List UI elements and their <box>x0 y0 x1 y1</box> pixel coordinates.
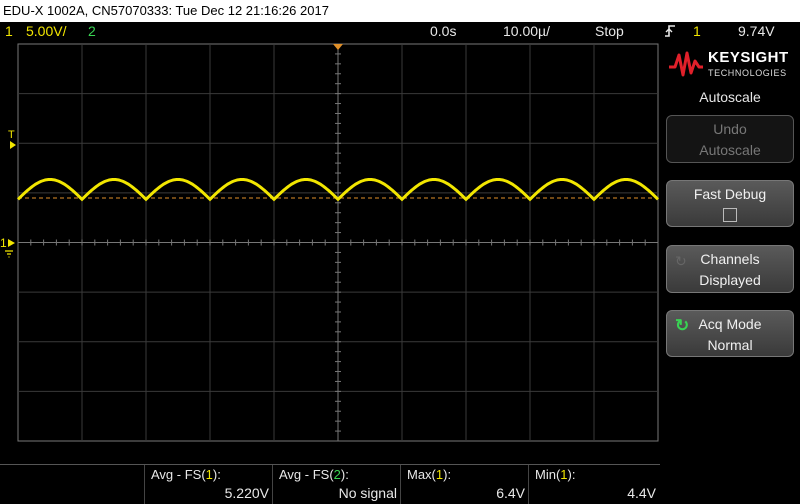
meas-label: Avg - FS( <box>279 467 334 482</box>
keysight-wave-icon <box>669 51 703 77</box>
trigger-position-marker[interactable] <box>333 44 343 50</box>
undo-autoscale-button[interactable]: Undo Autoscale <box>666 115 794 163</box>
acq-mode-value: Normal <box>707 337 753 353</box>
measurement-bar: Avg - FS(1): 5.220V Avg - FS(2): No sign… <box>0 464 660 504</box>
meas-label: Avg - FS( <box>151 467 206 482</box>
meas-suffix: ): <box>443 467 452 482</box>
meas-value: 5.220V <box>224 485 269 501</box>
meas-value: 6.4V <box>496 485 525 501</box>
measurement-min-ch1[interactable]: Min(1): 4.4V <box>528 465 660 504</box>
cycle-icon: ↻ <box>675 253 687 269</box>
acq-mode-button[interactable]: ↻ Acq Mode Normal <box>666 310 794 357</box>
trigger-level-marker[interactable]: T <box>8 129 16 149</box>
ch1-scale[interactable]: 5.00V/ <box>26 22 66 41</box>
meas-label: Max( <box>407 467 436 482</box>
status-bar: 1 5.00V/ 2 0.0s 10.00µ/ Stop 1 9.74V <box>0 22 800 41</box>
meas-label: Min( <box>535 467 561 482</box>
measurement-max-ch1[interactable]: Max(1): 6.4V <box>400 465 529 504</box>
meas-value: No signal <box>338 485 397 501</box>
fast-debug-checkbox[interactable] <box>723 208 737 222</box>
ground-icon <box>5 250 13 258</box>
fast-debug-label: Fast Debug <box>693 186 767 202</box>
time-scale[interactable]: 10.00µ/ <box>503 22 550 41</box>
softkey-panel: KEYSIGHT TECHNOLOGIES Autoscale Undo Aut… <box>660 41 800 503</box>
ch1-number[interactable]: 1 <box>5 22 13 41</box>
menu-title: Autoscale <box>699 89 761 105</box>
run-state[interactable]: Stop <box>595 22 624 41</box>
keysight-logo: KEYSIGHT TECHNOLOGIES <box>668 47 794 85</box>
undo-label-2: Autoscale <box>699 142 761 158</box>
brand-sub: TECHNOLOGIES <box>708 68 787 78</box>
graticule <box>17 43 659 442</box>
meas-suffix: ): <box>567 467 576 482</box>
meas-suffix: ): <box>212 467 221 482</box>
brand-name: KEYSIGHT <box>708 49 789 66</box>
meas-channel: 1 <box>560 467 568 482</box>
channels-displayed-button[interactable]: ↻ Channels Displayed <box>666 245 794 293</box>
undo-label-1: Undo <box>713 121 747 137</box>
fast-debug-button[interactable]: Fast Debug <box>666 180 794 227</box>
channel1-ground-marker[interactable]: 1 <box>0 236 15 258</box>
time-delay[interactable]: 0.0s <box>430 22 456 41</box>
meas-value: 4.4V <box>627 485 656 501</box>
channel1-marker-label: 1 <box>0 236 7 250</box>
title-text: EDU-X 1002A, CN57070333: Tue Dec 12 21:1… <box>3 3 329 18</box>
meas-channel: 1 <box>205 467 213 482</box>
meas-suffix: ): <box>340 467 349 482</box>
measurement-avg-ch2[interactable]: Avg - FS(2): No signal <box>272 465 401 504</box>
trigger-level[interactable]: 9.74V <box>738 22 775 41</box>
trigger-marker-label: T <box>8 129 15 141</box>
meas-channel: 2 <box>333 467 341 482</box>
channels-label-2: Displayed <box>699 272 761 288</box>
measurement-avg-ch1[interactable]: Avg - FS(1): 5.220V <box>144 465 273 504</box>
title-bar: EDU-X 1002A, CN57070333: Tue Dec 12 21:1… <box>0 0 800 22</box>
trigger-channel[interactable]: 1 <box>693 22 701 41</box>
waveform-display[interactable]: T 1 <box>0 41 660 464</box>
cycle-icon-active: ↻ <box>675 316 690 335</box>
ch2-number[interactable]: 2 <box>88 22 96 41</box>
